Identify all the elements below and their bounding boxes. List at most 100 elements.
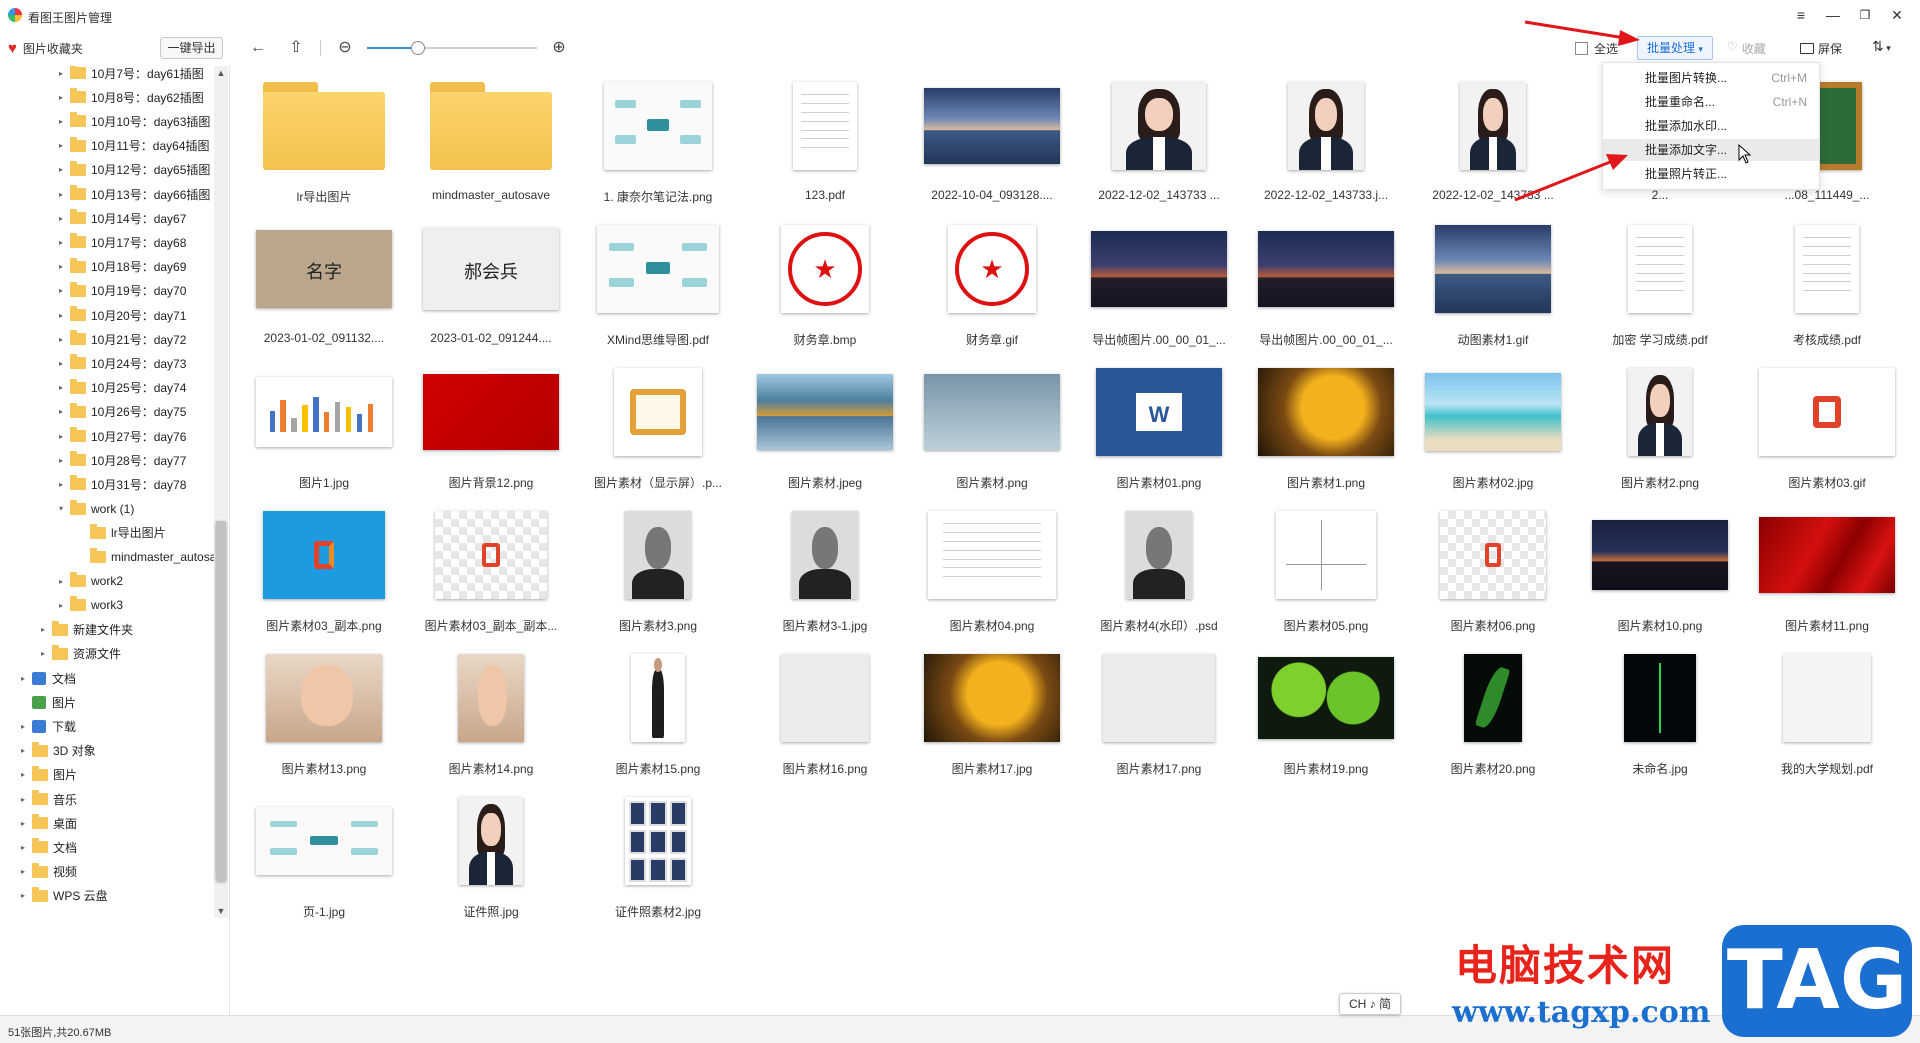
collapsed-caret-icon[interactable]: ▸ <box>56 165 66 174</box>
tree-item[interactable]: 图片 <box>18 691 76 713</box>
tree-item[interactable]: lr导出图片 <box>76 522 166 544</box>
batch-menu-item[interactable]: 批量重命名... Ctrl+N <box>1603 91 1819 113</box>
image-item[interactable]: 考核成绩.pdf <box>1744 215 1910 358</box>
image-item[interactable]: 名字 2023-01-02_091132.... <box>241 215 407 358</box>
image-item[interactable]: 图片素材19.png <box>1243 644 1409 787</box>
collapsed-caret-icon[interactable]: ▸ <box>56 383 66 392</box>
image-item[interactable]: 图片素材14.png <box>408 644 574 787</box>
image-item[interactable]: 图片素材10.png <box>1577 501 1743 644</box>
image-item[interactable]: 郝会兵 2023-01-02_091244.... <box>408 215 574 358</box>
image-item[interactable]: 页-1.jpg <box>241 787 407 930</box>
up-folder-icon[interactable]: ⇧ <box>286 38 306 58</box>
image-item[interactable]: 未命名.jpg <box>1577 644 1743 787</box>
image-item[interactable]: 图片素材17.png <box>1076 644 1242 787</box>
favorites-link[interactable]: ♥ 图片收藏夹 <box>8 40 83 57</box>
scroll-up-icon[interactable]: ▲ <box>214 66 228 80</box>
tree-item[interactable]: ▸ 10月20号：day71 <box>56 304 186 326</box>
image-item[interactable]: 图片素材11.png <box>1744 501 1910 644</box>
export-button[interactable]: 一键导出 <box>160 37 223 59</box>
image-item[interactable]: 我的大学规划.pdf <box>1744 644 1910 787</box>
zoom-slider[interactable] <box>367 41 537 55</box>
close-button[interactable]: ✕ <box>1886 5 1908 25</box>
tree-item[interactable]: ▸ 音乐 <box>18 788 77 810</box>
collapsed-caret-icon[interactable]: ▸ <box>56 335 66 344</box>
image-item[interactable]: W 图片素材01.png <box>1076 358 1242 501</box>
collapsed-caret-icon[interactable]: ▸ <box>56 432 66 441</box>
tree-item[interactable]: ▸ 10月8号：day62插图 <box>56 86 204 108</box>
collapsed-caret-icon[interactable]: ▸ <box>56 456 66 465</box>
screensaver-button[interactable]: 屏保 <box>1800 40 1842 57</box>
image-item[interactable]: 图片素材（显示屏）.p... <box>575 358 741 501</box>
collapsed-caret-icon[interactable]: ▸ <box>56 141 66 150</box>
tree-item[interactable]: ▸ 3D 对象 <box>18 740 96 762</box>
image-item[interactable]: 2022-12-02_143733 ... <box>1076 72 1242 215</box>
image-item[interactable]: 图片素材1.png <box>1243 358 1409 501</box>
collapsed-caret-icon[interactable]: ▸ <box>56 311 66 320</box>
image-item[interactable]: 图片素材2.png <box>1577 358 1743 501</box>
tree-item[interactable]: ▸ 下载 <box>18 715 76 737</box>
image-item[interactable]: mindmaster_autosave <box>408 72 574 215</box>
expanded-caret-icon[interactable]: ▾ <box>56 504 66 513</box>
scroll-down-icon[interactable]: ▼ <box>214 904 228 918</box>
tree-item[interactable]: ▸ 视频 <box>18 861 77 883</box>
collapsed-caret-icon[interactable]: ▸ <box>56 214 66 223</box>
tree-item[interactable]: ▸ WPS 云盘 <box>18 885 108 907</box>
minimize-button[interactable]: — <box>1822 5 1844 25</box>
batch-menu-item[interactable]: 批量图片转换... Ctrl+M <box>1603 67 1819 89</box>
collapsed-caret-icon[interactable]: ▸ <box>56 480 66 489</box>
image-item[interactable]: 动图素材1.gif <box>1410 215 1576 358</box>
image-item[interactable]: 证件照.jpg <box>408 787 574 930</box>
tree-item[interactable]: ▸ 10月10号：day63插图 <box>56 110 210 132</box>
tree-item[interactable]: ▸ 10月24号：day73 <box>56 352 186 374</box>
select-all-checkbox[interactable]: 全选 <box>1575 40 1618 57</box>
image-item[interactable]: 图片素材03.gif <box>1744 358 1910 501</box>
tree-item[interactable]: ▸ work2 <box>56 570 123 592</box>
zoom-out-icon[interactable]: ⊖ <box>335 38 355 58</box>
menu-icon[interactable]: ≡ <box>1790 5 1812 25</box>
collapsed-caret-icon[interactable]: ▸ <box>18 795 28 804</box>
collapsed-caret-icon[interactable]: ▸ <box>56 577 66 586</box>
scrollbar-thumb[interactable] <box>216 521 226 881</box>
favorite-button[interactable]: ♡ 收藏 <box>1727 40 1766 57</box>
tree-item[interactable]: ▸ 10月21号：day72 <box>56 328 186 350</box>
collapsed-caret-icon[interactable]: ▸ <box>18 770 28 779</box>
batch-menu-item[interactable]: 批量添加文字... <box>1603 139 1819 161</box>
tree-item[interactable]: mindmaster_autosave <box>76 546 215 568</box>
collapsed-caret-icon[interactable]: ▸ <box>18 674 28 683</box>
image-item[interactable]: 图片素材15.png <box>575 644 741 787</box>
collapsed-caret-icon[interactable]: ▸ <box>18 746 28 755</box>
image-item[interactable]: 图片素材05.png <box>1243 501 1409 644</box>
collapsed-caret-icon[interactable]: ▸ <box>56 286 66 295</box>
collapsed-caret-icon[interactable]: ▸ <box>56 93 66 102</box>
image-item[interactable]: 图片素材3-1.jpg <box>742 501 908 644</box>
tree-item[interactable]: ▸ 资源文件 <box>38 643 121 665</box>
image-item[interactable]: 1. 康奈尔笔记法.png <box>575 72 741 215</box>
image-item[interactable]: 导出帧图片.00_00_01_... <box>1076 215 1242 358</box>
collapsed-caret-icon[interactable]: ▸ <box>56 69 66 78</box>
tree-item[interactable]: ▸ 10月25号：day74 <box>56 377 186 399</box>
tree-item[interactable]: ▸ 10月12号：day65插图 <box>56 159 210 181</box>
image-item[interactable]: 图片素材3.png <box>575 501 741 644</box>
zoom-slider-handle[interactable] <box>411 41 425 55</box>
tree-item[interactable]: ▸ 文档 <box>18 836 77 858</box>
image-item[interactable]: 2022-12-02_143733 ... <box>1410 72 1576 215</box>
tree-item[interactable]: ▸ 10月28号：day77 <box>56 449 186 471</box>
collapsed-caret-icon[interactable]: ▸ <box>18 722 28 731</box>
tree-item[interactable]: ▸ 文档 <box>18 667 76 689</box>
image-item[interactable]: 图片素材16.png <box>742 644 908 787</box>
tree-item[interactable]: ▸ 10月27号：day76 <box>56 425 186 447</box>
image-item[interactable]: 图片素材13.png <box>241 644 407 787</box>
image-item[interactable]: 图片素材.png <box>909 358 1075 501</box>
tree-item[interactable]: ▸ 图片 <box>18 764 77 786</box>
collapsed-caret-icon[interactable]: ▸ <box>56 117 66 126</box>
image-item[interactable]: 图片素材06.png <box>1410 501 1576 644</box>
collapsed-caret-icon[interactable]: ▸ <box>18 891 28 900</box>
image-item[interactable]: 图片素材03_副本_副本... <box>408 501 574 644</box>
batch-process-button[interactable]: 批量处理 ▾ <box>1637 36 1713 60</box>
collapsed-caret-icon[interactable]: ▸ <box>56 238 66 247</box>
tree-item[interactable]: ▸ work3 <box>56 594 123 616</box>
tree-item[interactable]: ▸ 新建文件夹 <box>38 619 133 641</box>
batch-menu-item[interactable]: 批量添加水印... <box>1603 115 1819 137</box>
image-item[interactable]: 图片素材03_副本.png <box>241 501 407 644</box>
image-item[interactable]: 图片素材17.jpg <box>909 644 1075 787</box>
